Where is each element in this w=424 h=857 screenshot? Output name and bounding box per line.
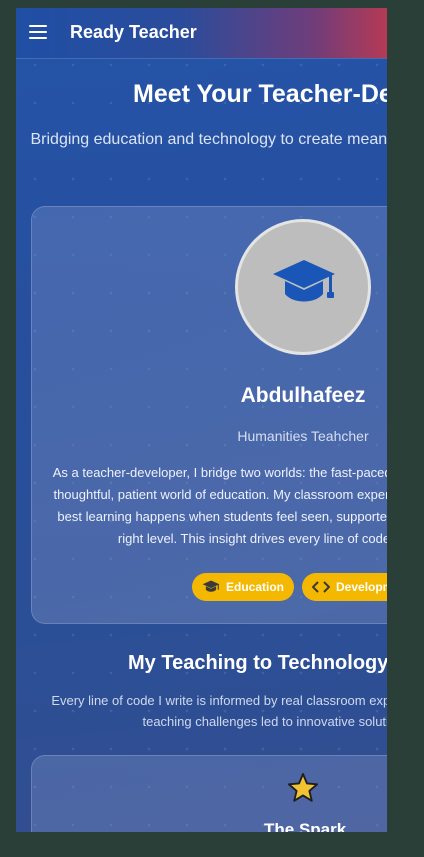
code-icon (312, 581, 330, 593)
tag-development[interactable]: Development (302, 573, 387, 601)
profile-name: Abdulhafeez (240, 384, 366, 407)
app-title: Ready Teacher (70, 22, 197, 42)
star-icon (287, 773, 319, 802)
journey-card-title: The Spark (264, 820, 347, 832)
tag-education[interactable]: Education (192, 573, 295, 601)
graduation-cap-icon (202, 580, 220, 592)
app-viewport: Ready Teacher Meet Your Teacher-Develope… (16, 8, 387, 832)
app-bar: Ready Teacher (16, 8, 387, 58)
avatar (235, 219, 371, 355)
menu-icon[interactable] (29, 25, 47, 39)
profile-role: Humanities Teahcher (237, 428, 369, 444)
journey-subtitle: Every line of code I write is informed b… (51, 693, 387, 729)
journey-heading: My Teaching to Technology Journey (128, 652, 387, 674)
graduation-cap-icon (273, 260, 335, 302)
hero-heading: Meet Your Teacher-Developer (133, 80, 387, 108)
tag-label: Development (336, 580, 387, 594)
tag-label: Education (226, 580, 285, 594)
hero-subtitle: Bridging education and technology to cre… (30, 131, 387, 148)
profile-bio: As a teacher-developer, I bridge two wor… (52, 465, 387, 546)
